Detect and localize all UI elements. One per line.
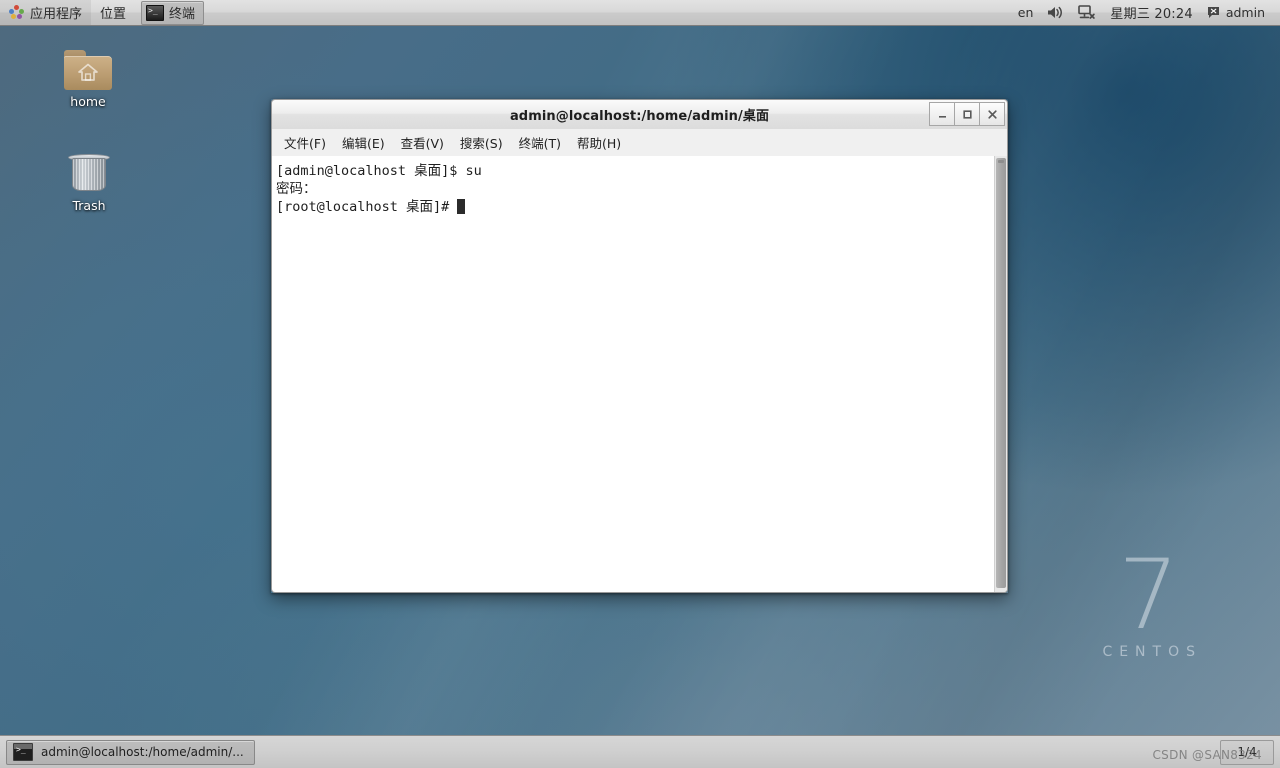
terminal-output[interactable]: [admin@localhost 桌面]$ su 密码： [root@local… — [272, 156, 994, 592]
terminal-window: admin@localhost:/home/admin/桌面 — [271, 99, 1008, 593]
minimize-icon — [937, 109, 948, 120]
bottom-panel: admin@localhost:/home/admin/... 1/4 — [0, 735, 1280, 768]
desktop-root: 7 CENTOS 应用程序 位置 终端 en — [0, 0, 1280, 768]
applications-grid-icon — [9, 5, 24, 20]
terminal-titlebar[interactable]: admin@localhost:/home/admin/桌面 — [271, 99, 1008, 129]
minimize-button[interactable] — [929, 102, 955, 126]
volume-indicator[interactable] — [1040, 0, 1071, 25]
top-panel-right: en 星期三 20:24 — [1011, 0, 1280, 26]
window-title: admin@localhost:/home/admin/桌面 — [510, 105, 769, 124]
volume-speaker-icon — [1047, 5, 1064, 20]
block-cursor — [457, 199, 465, 214]
menu-terminal[interactable]: 终端(T) — [511, 130, 569, 155]
menu-file[interactable]: 文件(F) — [276, 130, 334, 155]
top-panel: 应用程序 位置 终端 en — [0, 0, 1280, 26]
desktop-icon-home-label: home — [45, 94, 131, 109]
places-menu-label: 位置 — [100, 3, 126, 22]
desktop-icon-trash[interactable]: Trash — [46, 150, 132, 213]
clock-label: 星期三 20:24 — [1110, 3, 1192, 22]
user-menu-label: admin — [1226, 5, 1265, 20]
workspace-switcher[interactable]: 1/4 — [1220, 740, 1274, 765]
trash-can-icon — [67, 150, 111, 194]
terminal-output-text: [admin@localhost 桌面]$ su 密码： [root@local… — [276, 163, 482, 215]
window-list-item-terminal[interactable]: 终端 — [141, 1, 204, 25]
desktop-icon-trash-label: Trash — [46, 198, 132, 213]
window-controls — [930, 102, 1005, 126]
top-panel-left: 应用程序 位置 终端 — [0, 0, 204, 26]
places-menu[interactable]: 位置 — [91, 0, 135, 25]
house-glyph — [77, 63, 99, 82]
workspace-indicator-label: 1/4 — [1237, 745, 1256, 759]
terminal-scrollbar-thumb[interactable] — [996, 158, 1006, 588]
menu-help[interactable]: 帮助(H) — [569, 130, 629, 155]
menu-search[interactable]: 搜索(S) — [452, 130, 511, 155]
taskbar-item-terminal[interactable]: admin@localhost:/home/admin/... — [6, 740, 255, 765]
terminal-menubar: 文件(F) 编辑(E) 查看(V) 搜索(S) 终端(T) 帮助(H) — [271, 129, 1008, 156]
terminal-icon — [13, 743, 33, 761]
applications-menu[interactable]: 应用程序 — [0, 0, 91, 25]
terminal-body[interactable]: [admin@localhost 桌面]$ su 密码： [root@local… — [271, 156, 1008, 593]
maximize-icon — [962, 109, 973, 120]
close-button[interactable] — [979, 102, 1005, 126]
close-icon — [987, 109, 998, 120]
home-folder-icon — [64, 50, 112, 90]
centos-version-number: 7 — [1095, 552, 1202, 638]
menu-view[interactable]: 查看(V) — [393, 130, 452, 155]
keyboard-layout-label: en — [1018, 5, 1034, 20]
keyboard-layout-indicator[interactable]: en — [1011, 0, 1041, 25]
network-disconnected-icon — [1078, 5, 1096, 20]
centos-wallpaper-logo: 7 CENTOS — [1095, 552, 1202, 660]
window-list-item-label: 终端 — [169, 3, 195, 22]
user-menu[interactable]: admin — [1200, 0, 1272, 25]
terminal-icon — [146, 5, 164, 21]
taskbar-item-label: admin@localhost:/home/admin/... — [41, 745, 244, 759]
network-indicator[interactable] — [1071, 0, 1103, 25]
clock-indicator[interactable]: 星期三 20:24 — [1103, 0, 1199, 25]
maximize-button[interactable] — [954, 102, 980, 126]
desktop-icon-home[interactable]: home — [45, 50, 131, 109]
centos-wordmark: CENTOS — [1095, 644, 1202, 660]
menu-edit[interactable]: 编辑(E) — [334, 130, 393, 155]
terminal-scrollbar[interactable] — [994, 156, 1007, 592]
applications-menu-label: 应用程序 — [30, 3, 82, 22]
message-indicator-icon — [1207, 6, 1221, 19]
